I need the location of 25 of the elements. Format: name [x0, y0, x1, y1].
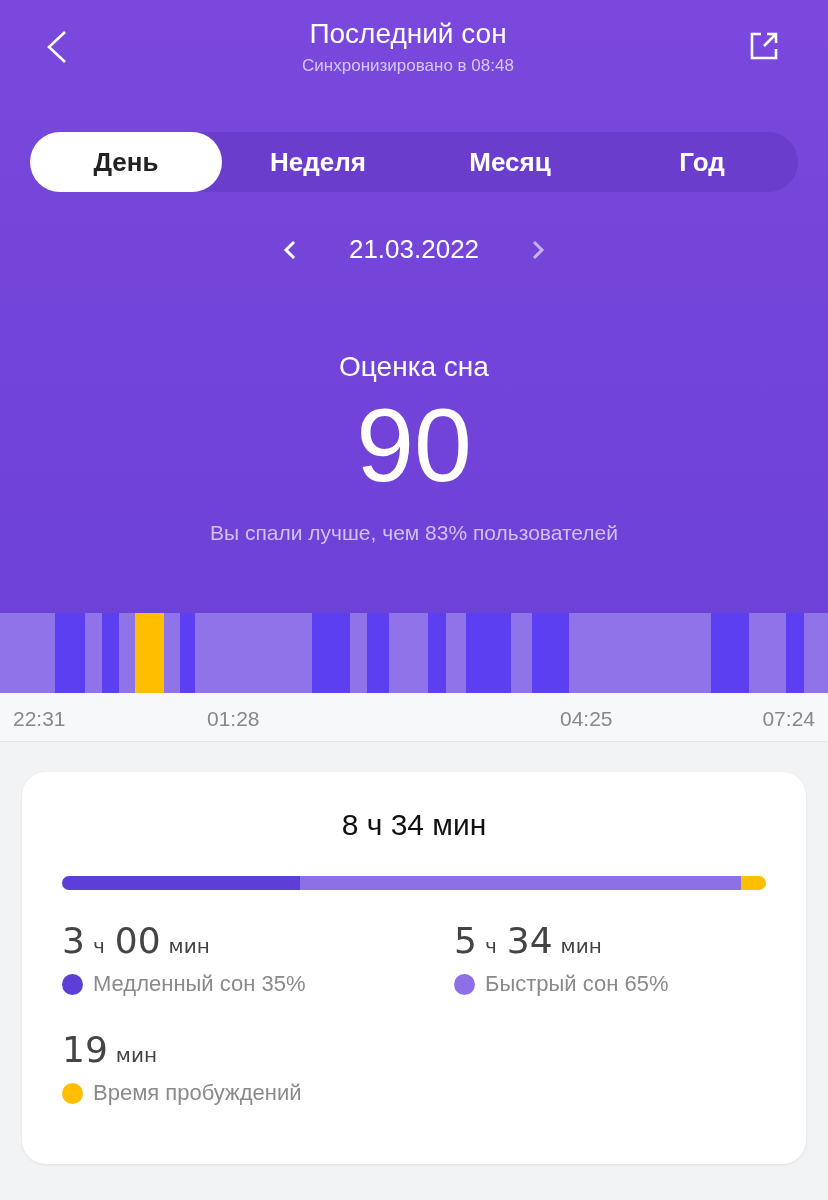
- time-label: 07:24: [762, 707, 815, 731]
- period-tab[interactable]: День: [30, 132, 222, 192]
- share-icon[interactable]: [748, 30, 780, 62]
- time-label: 01:28: [207, 707, 260, 731]
- score-label: Оценка сна: [338, 351, 490, 383]
- stage-duration: 3 ч 00 мин: [62, 920, 211, 961]
- stage-label: Медленный сон 35%: [93, 971, 306, 997]
- stage-label: Быстрый сон 65%: [485, 971, 669, 997]
- sync-status: Синхронизировано в 08:48: [302, 56, 514, 76]
- sleep-score: 90: [355, 393, 473, 497]
- time-label: 04:25: [560, 707, 613, 731]
- period-tab[interactable]: Год: [606, 132, 798, 192]
- page-title: Последний сон: [308, 18, 508, 50]
- previous-icon[interactable]: [282, 238, 297, 261]
- stage-duration: 19 мин: [62, 1029, 158, 1070]
- score-note: Вы спали лучше, чем 83% пользователей: [209, 521, 619, 546]
- time-label: 22:31: [13, 707, 66, 731]
- period-tab[interactable]: Месяц: [414, 132, 606, 192]
- period-tab[interactable]: Неделя: [222, 132, 414, 192]
- next-icon[interactable]: [531, 238, 546, 261]
- stage-label: Время пробуждений: [93, 1080, 302, 1106]
- total-duration: 8 ч 34 мин: [340, 808, 488, 842]
- date-label: 21.03.2022: [348, 234, 480, 265]
- back-icon[interactable]: [46, 30, 68, 64]
- stage-duration: 5 ч 34 мин: [454, 920, 603, 961]
